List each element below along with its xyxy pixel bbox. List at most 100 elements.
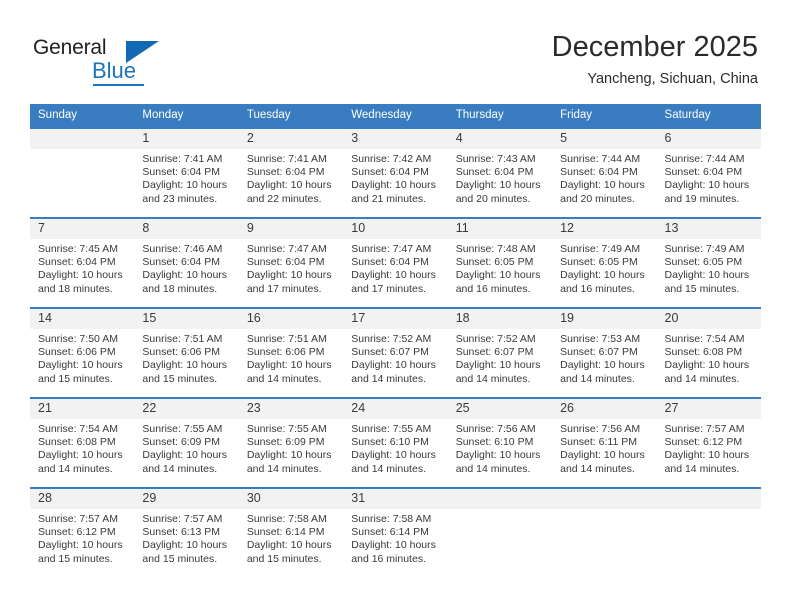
daylight-duration-line2: and 20 minutes. xyxy=(560,192,635,205)
calendar-day-cell[interactable]: 30 Sunrise: 7:58 AM Sunset: 6:14 PM Dayligh… xyxy=(238,487,344,577)
daylight-duration-line2: and 21 minutes. xyxy=(351,192,426,205)
day-details: Sunrise: 7:41 AM Sunset: 6:04 PM Daylight:… xyxy=(239,149,343,206)
calendar-day-cell[interactable]: 16 Sunrise: 7:51 AM Sunset: 6:06 PM Dayligh… xyxy=(238,307,344,398)
calendar-header-row: Sunday Monday Tuesday Wednesday Thursday Frid… xyxy=(30,104,761,128)
sunset-time: Sunset: 6:04 PM xyxy=(560,166,638,179)
sunset-time: Sunset: 6:05 PM xyxy=(455,256,534,269)
sunset-time: Sunset: 6:06 PM xyxy=(246,346,325,359)
calendar-day-cell[interactable]: 23 Sunrise: 7:55 AM Sunset: 6:09 PM Dayligh… xyxy=(238,397,344,488)
sunset-time: Sunset: 6:04 PM xyxy=(142,166,221,179)
day-number: 9 xyxy=(238,219,344,239)
sunrise-time: Sunrise: 7:58 AM xyxy=(351,513,432,525)
sunset-time: Sunset: 6:11 PM xyxy=(560,436,637,449)
day-details: Sunrise: 7:49 AM Sunset: 6:05 PM Daylight:… xyxy=(552,239,656,296)
calendar-day-cell[interactable]: 8 Sunrise: 7:46 AM Sunset: 6:04 PM Daylight… xyxy=(134,217,239,308)
daylight-duration-line1: Daylight: 10 hours xyxy=(351,269,436,282)
daylight-duration-line1: Daylight: 10 hours xyxy=(246,359,332,372)
sunset-time: Sunset: 6:10 PM xyxy=(351,436,429,449)
sunrise-time: Sunrise: 7:49 AM xyxy=(560,243,641,255)
calendar-day-cell[interactable]: 11 Sunrise: 7:48 AM Sunset: 6:05 PM Dayligh… xyxy=(447,217,553,308)
calendar-week-row: 1 Sunrise: 7:41 AM Sunset: 6:04 PM Daylight… xyxy=(30,127,761,218)
day-cell-inner xyxy=(656,489,761,575)
sunset-time: Sunset: 6:13 PM xyxy=(142,526,221,539)
day-number: 23 xyxy=(238,399,344,419)
calendar-day-cell[interactable]: 9 Sunrise: 7:47 AM Sunset: 6:04 PM Daylight… xyxy=(238,217,344,308)
daylight-duration-line1: Daylight: 10 hours xyxy=(246,179,332,192)
calendar-day-cell[interactable]: 25 Sunrise: 7:56 AM Sunset: 6:10 PM Dayligh… xyxy=(447,397,553,488)
daylight-duration-line2: and 17 minutes. xyxy=(246,282,322,295)
general-blue-logo[interactable]: General Blue xyxy=(33,36,163,86)
day-details: Sunrise: 7:41 AM Sunset: 6:04 PM Daylight:… xyxy=(134,149,238,206)
daylight-duration-line1: Daylight: 10 hours xyxy=(664,269,750,282)
page-title: December 2025 xyxy=(551,31,758,63)
day-cell-inner: 7 Sunrise: 7:45 AM Sunset: 6:04 PM Daylight… xyxy=(30,219,135,305)
sunrise-time: Sunrise: 7:53 AM xyxy=(560,333,641,345)
calendar-day-cell[interactable]: 2 Sunrise: 7:41 AM Sunset: 6:04 PM Daylight… xyxy=(238,127,344,218)
calendar-day-cell[interactable]: 5 Sunrise: 7:44 AM Sunset: 6:04 PM Daylight… xyxy=(552,127,657,218)
daylight-duration-line1: Daylight: 10 hours xyxy=(664,179,750,192)
daylight-duration-line2: and 14 minutes. xyxy=(142,462,218,475)
day-number xyxy=(656,489,761,509)
day-cell-inner: 22 Sunrise: 7:55 AM Sunset: 6:09 PM Dayligh… xyxy=(134,399,239,485)
daylight-duration-line2: and 14 minutes. xyxy=(246,372,322,385)
sunrise-time: Sunrise: 7:41 AM xyxy=(246,153,327,165)
calendar-day-cell[interactable]: 20 Sunrise: 7:54 AM Sunset: 6:08 PM Dayligh… xyxy=(656,307,761,398)
day-number: 4 xyxy=(447,129,553,149)
day-cell-inner: 6 Sunrise: 7:44 AM Sunset: 6:04 PM Daylight… xyxy=(656,129,761,215)
day-number xyxy=(447,489,553,509)
calendar-day-cell[interactable]: 15 Sunrise: 7:51 AM Sunset: 6:06 PM Dayligh… xyxy=(134,307,239,398)
day-cell-inner: 27 Sunrise: 7:57 AM Sunset: 6:12 PM Dayligh… xyxy=(656,399,761,485)
calendar-day-cell[interactable]: 31 Sunrise: 7:58 AM Sunset: 6:14 PM Dayligh… xyxy=(343,487,448,577)
day-cell-inner: 9 Sunrise: 7:47 AM Sunset: 6:04 PM Daylight… xyxy=(238,219,344,305)
calendar-day-cell[interactable]: 21 Sunrise: 7:54 AM Sunset: 6:08 PM Dayligh… xyxy=(30,397,135,488)
day-details: Sunrise: 7:51 AM Sunset: 6:06 PM Daylight:… xyxy=(239,329,343,386)
calendar-day-cell[interactable]: 26 Sunrise: 7:56 AM Sunset: 6:11 PM Dayligh… xyxy=(552,397,657,488)
sunset-time: Sunset: 6:09 PM xyxy=(246,436,325,449)
daylight-duration-line1: Daylight: 10 hours xyxy=(560,179,645,192)
day-number: 10 xyxy=(343,219,448,239)
sunrise-time: Sunrise: 7:55 AM xyxy=(142,423,223,435)
calendar-day-cell-empty xyxy=(552,487,657,577)
sunset-time: Sunset: 6:07 PM xyxy=(455,346,534,359)
daylight-duration-line1: Daylight: 10 hours xyxy=(38,359,123,372)
sunset-time: Sunset: 6:08 PM xyxy=(664,346,743,359)
calendar-day-cell[interactable]: 6 Sunrise: 7:44 AM Sunset: 6:04 PM Daylight… xyxy=(656,127,761,218)
calendar-day-cell[interactable]: 18 Sunrise: 7:52 AM Sunset: 6:07 PM Dayligh… xyxy=(447,307,553,398)
calendar-day-cell[interactable]: 1 Sunrise: 7:41 AM Sunset: 6:04 PM Daylight… xyxy=(134,127,239,218)
daylight-duration-line2: and 14 minutes. xyxy=(560,372,635,385)
day-details: Sunrise: 7:50 AM Sunset: 6:06 PM Daylight:… xyxy=(30,329,134,386)
calendar-day-cell[interactable]: 3 Sunrise: 7:42 AM Sunset: 6:04 PM Daylight… xyxy=(343,127,448,218)
day-cell-inner: 14 Sunrise: 7:50 AM Sunset: 6:06 PM Dayligh… xyxy=(30,309,135,395)
daylight-duration-line1: Daylight: 10 hours xyxy=(38,449,123,462)
calendar-day-cell[interactable]: 29 Sunrise: 7:57 AM Sunset: 6:13 PM Dayligh… xyxy=(134,487,239,577)
day-details: Sunrise: 7:49 AM Sunset: 6:05 PM Daylight:… xyxy=(657,239,761,296)
calendar-day-cell[interactable]: 17 Sunrise: 7:52 AM Sunset: 6:07 PM Dayligh… xyxy=(343,307,448,398)
calendar-day-cell[interactable]: 12 Sunrise: 7:49 AM Sunset: 6:05 PM Dayligh… xyxy=(552,217,657,308)
daylight-duration-line1: Daylight: 10 hours xyxy=(246,449,332,462)
weekday-header-saturday: Saturday xyxy=(656,104,761,128)
day-number: 8 xyxy=(134,219,239,239)
day-cell-inner: 28 Sunrise: 7:57 AM Sunset: 6:12 PM Dayligh… xyxy=(30,489,135,575)
daylight-duration-line2: and 14 minutes. xyxy=(351,462,426,475)
calendar-day-cell[interactable]: 22 Sunrise: 7:55 AM Sunset: 6:09 PM Dayligh… xyxy=(134,397,239,488)
calendar-day-cell[interactable]: 24 Sunrise: 7:55 AM Sunset: 6:10 PM Dayligh… xyxy=(343,397,448,488)
daylight-duration-line2: and 15 minutes. xyxy=(38,552,113,565)
sunset-time: Sunset: 6:08 PM xyxy=(38,436,116,449)
day-cell-inner: 11 Sunrise: 7:48 AM Sunset: 6:05 PM Dayligh… xyxy=(447,219,553,305)
sunrise-time: Sunrise: 7:41 AM xyxy=(142,153,223,165)
day-details: Sunrise: 7:54 AM Sunset: 6:08 PM Daylight:… xyxy=(30,419,134,476)
calendar-day-cell[interactable]: 7 Sunrise: 7:45 AM Sunset: 6:04 PM Daylight… xyxy=(30,217,135,308)
weekday-header-thursday: Thursday xyxy=(447,104,553,128)
calendar-day-cell[interactable]: 14 Sunrise: 7:50 AM Sunset: 6:06 PM Dayligh… xyxy=(30,307,135,398)
calendar-day-cell[interactable]: 10 Sunrise: 7:47 AM Sunset: 6:04 PM Dayligh… xyxy=(343,217,448,308)
sunrise-time: Sunrise: 7:48 AM xyxy=(455,243,536,255)
daylight-duration-line2: and 16 minutes. xyxy=(560,282,635,295)
calendar-day-cell[interactable]: 28 Sunrise: 7:57 AM Sunset: 6:12 PM Dayligh… xyxy=(30,487,135,577)
day-cell-inner xyxy=(447,489,553,575)
calendar-day-cell[interactable]: 27 Sunrise: 7:57 AM Sunset: 6:12 PM Dayligh… xyxy=(656,397,761,488)
calendar-day-cell[interactable]: 19 Sunrise: 7:53 AM Sunset: 6:07 PM Dayligh… xyxy=(552,307,657,398)
sunset-time: Sunset: 6:10 PM xyxy=(455,436,534,449)
calendar-day-cell[interactable]: 4 Sunrise: 7:43 AM Sunset: 6:04 PM Daylight… xyxy=(447,127,553,218)
calendar-day-cell[interactable]: 13 Sunrise: 7:49 AM Sunset: 6:05 PM Dayligh… xyxy=(656,217,761,308)
sunrise-time: Sunrise: 7:52 AM xyxy=(351,333,432,345)
